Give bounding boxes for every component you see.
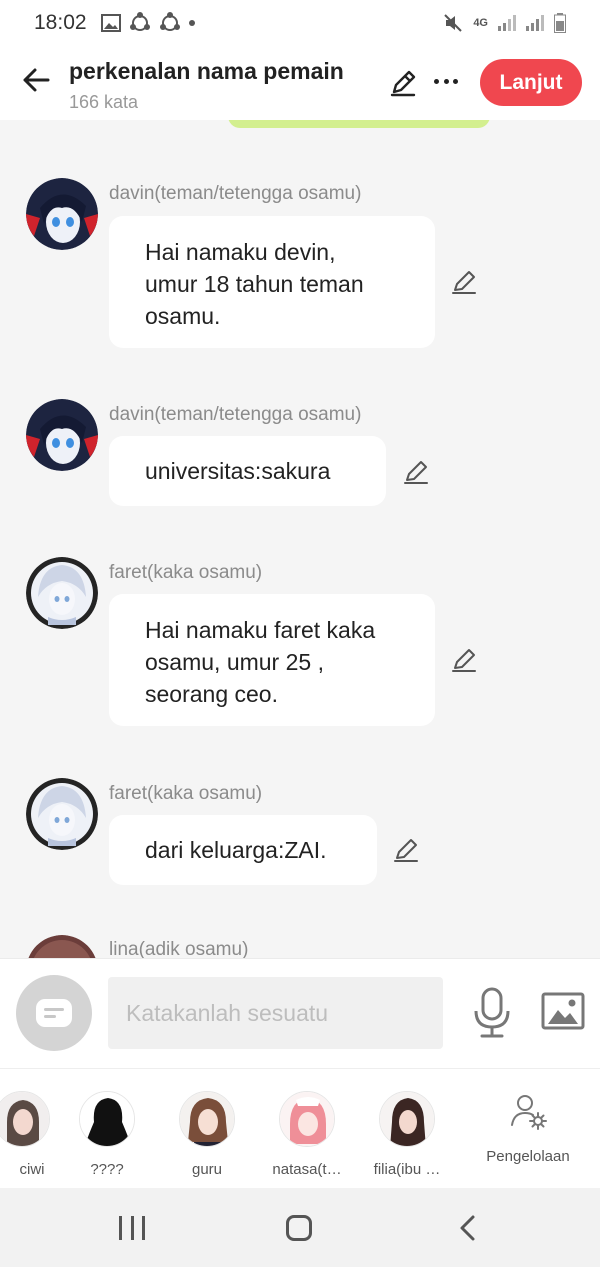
next-button[interactable]: Lanjut [480, 59, 582, 106]
home-icon[interactable] [286, 1215, 312, 1241]
nav-back-icon[interactable] [457, 1214, 479, 1242]
character-selector: ciwi ???? guru natasa(t… filia(ibu … Pen… [0, 1068, 600, 1188]
message-line: Hai namaku devin, [145, 239, 336, 265]
status-bar: 18:02 4G [0, 0, 600, 46]
previous-bubble-edge [228, 120, 490, 128]
sender-name: davin(teman/tetengga osamu) [109, 404, 362, 425]
mute-icon [444, 14, 463, 32]
message-line: umur 18 tahun teman [145, 271, 364, 297]
image-icon[interactable] [541, 991, 585, 1031]
edit-message-pencil-icon[interactable] [392, 836, 420, 864]
more-options-icon[interactable] [431, 66, 461, 96]
message-line: seorang ceo. [145, 681, 278, 707]
notification-icons [100, 12, 195, 34]
message-line: osamu. [145, 303, 221, 329]
avatar [79, 1091, 135, 1147]
avatar [279, 1091, 335, 1147]
manage-characters-button[interactable]: Pengelolaan [478, 1091, 578, 1165]
manage-label: Pengelolaan [486, 1148, 570, 1165]
sender-name: faret(kaka osamu) [109, 783, 263, 804]
sender-name: lina(adik osamu) [109, 939, 249, 958]
chat-area[interactable]: davin(teman/tetengga osamu) Hai namaku d… [0, 120, 600, 958]
avatar[interactable] [26, 178, 98, 250]
gallery-notification-icon [100, 14, 121, 32]
avatar [0, 1091, 50, 1147]
sync-notification-icon [129, 12, 150, 31]
character-item[interactable]: guru [157, 1091, 257, 1178]
avatar [179, 1091, 235, 1147]
recent-apps-icon[interactable] [119, 1216, 145, 1240]
back-arrow-icon[interactable] [20, 64, 52, 96]
avatar [379, 1091, 435, 1147]
message-bubble[interactable]: Hai namaku devin, umur 18 tahun teman os… [109, 216, 435, 348]
microphone-icon[interactable] [472, 987, 512, 1039]
status-time: 18:02 [34, 11, 87, 34]
message-line: Hai namaku faret kaka [145, 617, 376, 643]
message-input[interactable] [108, 977, 443, 1049]
person-gear-icon [511, 1095, 547, 1130]
app-header: perkenalan nama pemain 166 kata Lanjut [0, 46, 600, 120]
more-notifications-dot [188, 20, 195, 26]
message-line: osamu, umur 25 , [145, 649, 324, 675]
message-bubble[interactable]: universitas:sakura [109, 436, 386, 506]
edit-title-pencil-icon[interactable] [388, 68, 418, 98]
word-count: 166 kata [69, 92, 139, 112]
sender-name: davin(teman/tetengga osamu) [109, 183, 362, 204]
message-line: universitas:sakura [145, 458, 331, 484]
chat-mode-toggle-icon[interactable] [16, 975, 92, 1051]
message-bubble[interactable]: Hai namaku faret kaka osamu, umur 25 , s… [109, 594, 435, 726]
story-title: perkenalan nama pemain [69, 58, 344, 84]
character-item[interactable]: ???? [57, 1091, 157, 1178]
edit-message-pencil-icon[interactable] [450, 268, 478, 296]
avatar[interactable] [26, 399, 98, 471]
character-name: natasa(t… [272, 1161, 342, 1178]
character-item[interactable]: filia(ibu … [357, 1091, 457, 1178]
avatar[interactable] [26, 935, 98, 958]
network-type: 4G [473, 17, 488, 29]
signal-icon [498, 15, 516, 31]
avatar[interactable] [26, 557, 98, 629]
avatar[interactable] [26, 778, 98, 850]
edit-message-pencil-icon[interactable] [402, 458, 430, 486]
sync-notification-icon-2 [159, 12, 180, 31]
character-item[interactable]: natasa(t… [257, 1091, 357, 1178]
character-name: ???? [90, 1161, 124, 1178]
system-navigation-bar [0, 1188, 600, 1267]
message-input-bar [0, 958, 600, 1068]
battery-icon [554, 13, 566, 33]
system-indicators: 4G [443, 13, 566, 33]
edit-message-pencil-icon[interactable] [450, 646, 478, 674]
character-name: guru [191, 1161, 223, 1178]
character-name: filia(ibu … [373, 1161, 441, 1178]
message-bubble[interactable]: dari keluarga:ZAI. [109, 815, 377, 885]
message-line: dari keluarga:ZAI. [145, 837, 327, 863]
signal-icon-2 [526, 15, 544, 31]
sender-name: faret(kaka osamu) [109, 562, 263, 583]
